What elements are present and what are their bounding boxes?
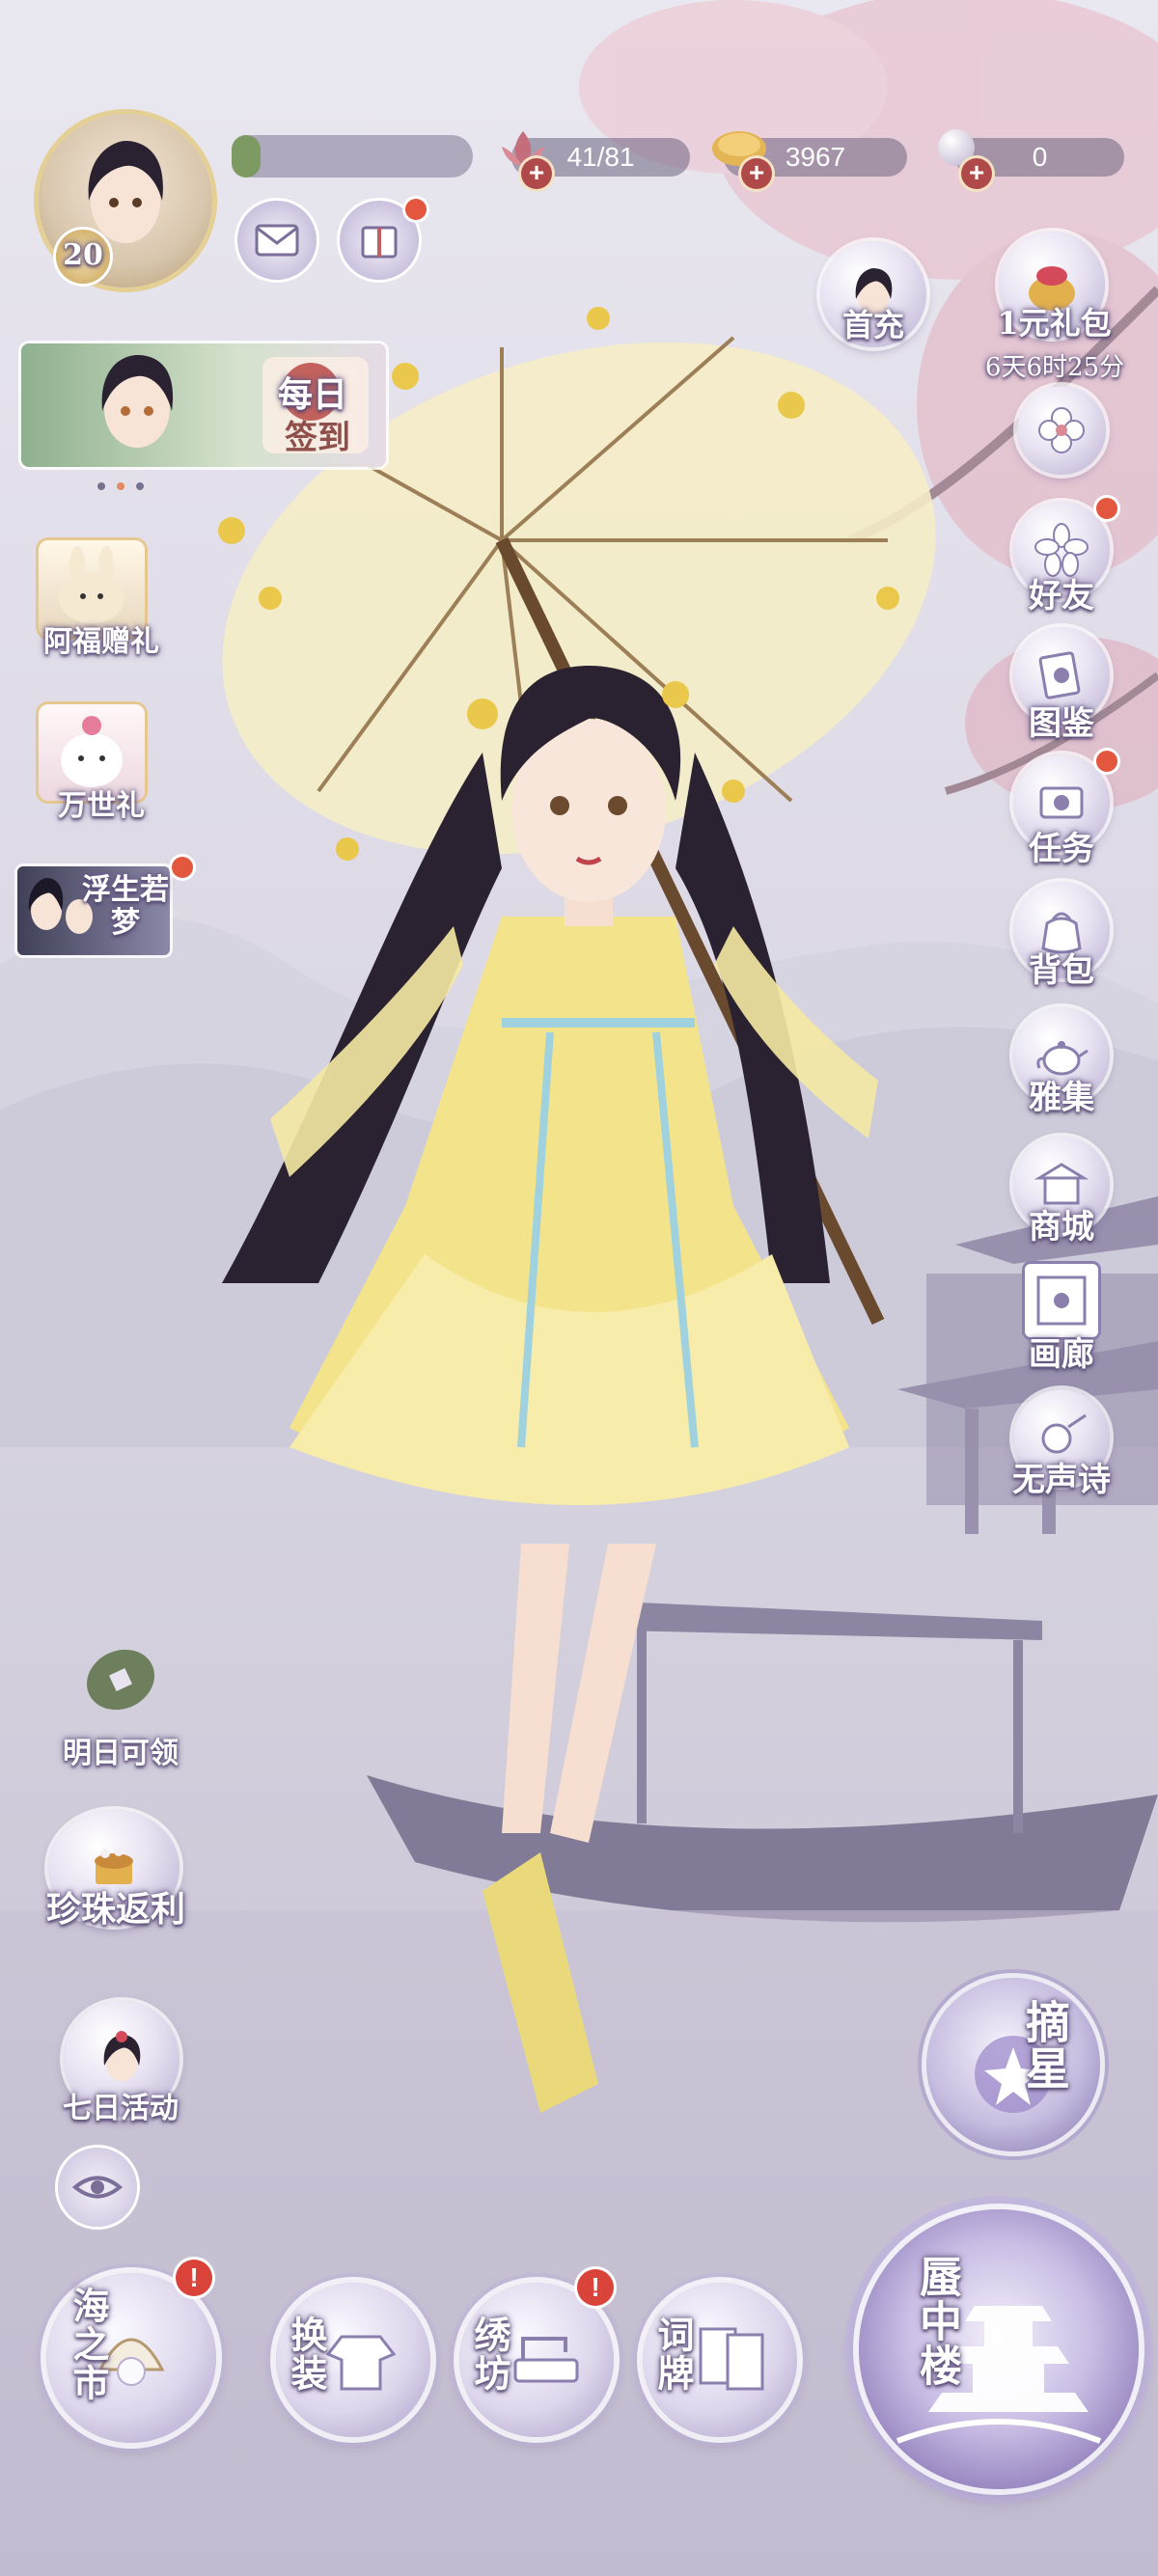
flower-icon: [1038, 407, 1085, 453]
embroidery-label: 绣坊: [468, 2316, 511, 2393]
tasks-alert-dot: [1096, 751, 1117, 772]
fusheng-alert-dot: [172, 857, 193, 878]
mail-button[interactable]: [237, 201, 317, 280]
game-scene: 20 41/81 + 3967 + 0 + 首充 1元礼包 6天6时25分 每日…: [0, 0, 1158, 2576]
afu-gift-label: 阿福赠礼: [43, 625, 159, 659]
first-recharge-label: 首充: [841, 307, 904, 343]
child-portrait-icon: [103, 2031, 141, 2081]
jade-coin-icon: [86, 1649, 155, 1711]
exp-bar: [232, 135, 473, 178]
hide-ui-button[interactable]: [58, 2148, 137, 2227]
coins-add-button[interactable]: +: [741, 158, 772, 189]
banner-pager: [96, 477, 174, 490]
sea-market-alert: !: [176, 2260, 212, 2296]
pearl-rebate-label: 珍珠返利: [45, 1889, 185, 1930]
level-value: 20: [63, 238, 103, 272]
tomorrow-claim-label[interactable]: 明日可领: [39, 1729, 203, 1771]
gift-alert-dot: [405, 199, 427, 220]
ci-pai-label: 词牌: [651, 2316, 695, 2393]
flower-menu-button[interactable]: [1017, 386, 1106, 475]
gathering-label: 雅集: [1029, 1079, 1094, 1117]
pagoda-icon: [896, 2306, 1102, 2444]
backpack-label: 背包: [1029, 951, 1094, 990]
pearls-add-button[interactable]: +: [961, 158, 992, 189]
poem-cards-icon: [699, 2327, 764, 2391]
shop-label: 商城: [1029, 1208, 1094, 1247]
gift-pack-timer: 6天6时25分: [984, 353, 1125, 382]
friends-label: 好友: [1029, 577, 1094, 616]
embroidery-alert: !: [577, 2269, 614, 2306]
tasks-label: 任务: [1029, 830, 1094, 868]
mirage-tower-button[interactable]: [859, 2209, 1139, 2489]
sewing-machine-icon: [513, 2337, 579, 2383]
mirage-tower-label: 蜃中楼: [912, 2255, 961, 2388]
friends-alert-dot: [1096, 498, 1117, 519]
gallery-button[interactable]: [1025, 1264, 1098, 1337]
seven-day-event-label: 七日活动: [63, 2092, 179, 2125]
dressup-label: 换装: [285, 2316, 328, 2393]
silent-poem-label: 无声诗: [1012, 1461, 1111, 1499]
daily-signin-banner[interactable]: 每日 签到: [21, 343, 386, 467]
garment-icon: [325, 2335, 397, 2391]
player-avatar[interactable]: 20: [39, 114, 212, 288]
signin-line1: 每日: [277, 374, 347, 415]
stamina-add-button[interactable]: +: [521, 158, 552, 189]
picture-frame-icon: [1036, 1275, 1087, 1326]
sea-market-label: 海之市: [67, 2287, 110, 2402]
signin-portrait-icon: [101, 355, 174, 448]
star-pick-label: 摘星: [1019, 1999, 1071, 2092]
gift-pack-label: 1元礼包: [997, 305, 1112, 342]
wanshi-gift-label: 万世礼: [58, 789, 145, 823]
collection-label: 图鉴: [1029, 704, 1094, 743]
signin-line2: 签到: [285, 419, 350, 457]
envelope-icon: [255, 224, 299, 257]
fusheng-label: 浮生若梦: [82, 873, 169, 940]
eye-icon: [71, 2176, 124, 2199]
gallery-label: 画廊: [1029, 1335, 1094, 1374]
